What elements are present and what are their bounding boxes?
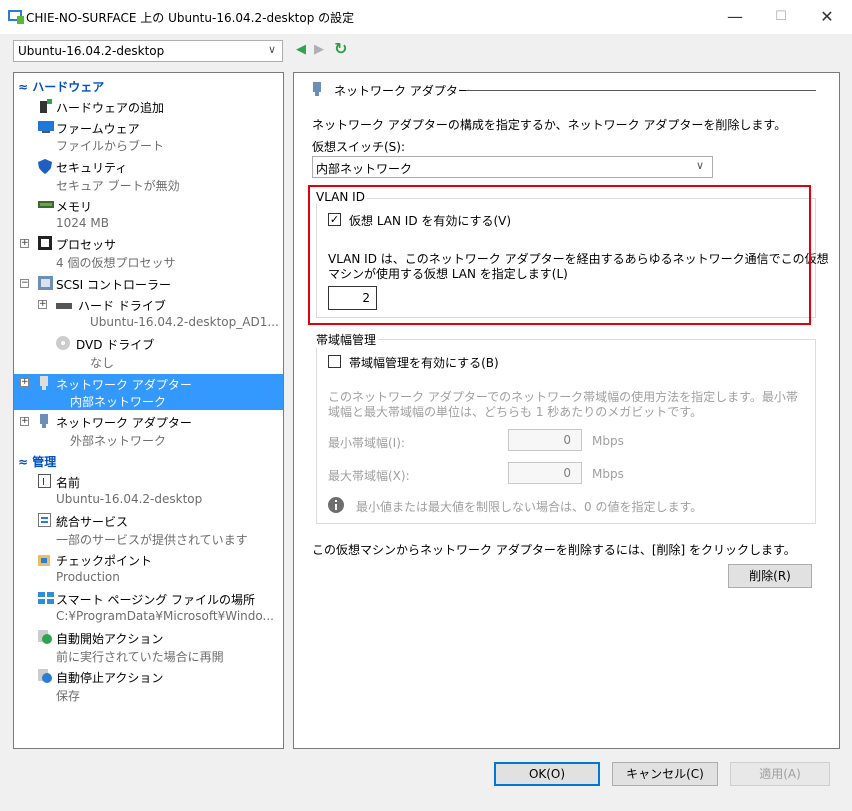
min-bandwidth-input[interactable]: 0 xyxy=(508,429,582,451)
hardware-section-header[interactable]: ≈ ハードウェア xyxy=(18,78,104,95)
tree-item-security[interactable]: セキュリティ xyxy=(38,159,127,176)
tree-item-auto-start[interactable]: 自動開始アクション xyxy=(38,630,163,647)
settings-panel: ネットワーク アダプター ネットワーク アダプターの構成を指定するか、ネットワー… xyxy=(293,72,840,749)
tree-item-auto-stop[interactable]: 自動停止アクション xyxy=(38,669,163,686)
memory-icon xyxy=(38,201,54,208)
smart-paging-detail: C:¥ProgramData¥Microsoft¥Windo... xyxy=(56,609,274,623)
tree-item-dvd[interactable]: DVD ドライブ xyxy=(56,336,154,353)
shield-icon xyxy=(38,159,52,174)
virtual-switch-dropdown[interactable]: 内部ネットワーク ∨ xyxy=(312,156,713,178)
min-bandwidth-label: 最小帯域幅(I): xyxy=(328,436,405,450)
maximize-button[interactable]: ☐ xyxy=(758,0,804,34)
close-button[interactable]: ✕ xyxy=(804,0,850,34)
chevron-down-icon: ∨ xyxy=(267,43,276,56)
settings-tree: ≈ ハードウェア ハードウェアの追加 ファームウェア ファイルからブート セキュ… xyxy=(13,72,284,749)
tree-item-memory[interactable]: メモリ xyxy=(38,198,92,215)
integration-services-detail: 一部のサービスが提供されています xyxy=(56,533,248,547)
bandwidth-enable-label[interactable]: 帯域幅管理を有効にする(B) xyxy=(349,354,499,371)
integration-services-icon xyxy=(38,513,51,527)
scsi-controller-icon xyxy=(38,276,53,290)
checkpoint-detail: Production xyxy=(56,570,120,584)
tree-item-network-adapter-1[interactable]: + ネットワーク アダプター 内部ネットワーク xyxy=(14,374,283,410)
chevron-down-icon: ∨ xyxy=(695,159,704,172)
network-adapter-1-detail: 内部ネットワーク xyxy=(70,395,167,409)
window-title: CHIE-NO-SURFACE 上の Ubuntu-16.04.2-deskto… xyxy=(26,11,355,25)
security-detail: セキュア ブートが無効 xyxy=(56,179,180,193)
firmware-icon xyxy=(38,121,54,133)
max-bandwidth-unit: Mbps xyxy=(592,467,624,481)
hard-drive-icon xyxy=(56,303,72,309)
hyperv-settings-icon xyxy=(8,10,24,24)
hard-drive-detail: Ubuntu-16.04.2-desktop_AD1... xyxy=(90,315,279,329)
forward-arrow-icon[interactable]: ▶ xyxy=(314,42,324,57)
expand-icon[interactable]: + xyxy=(20,378,29,387)
refresh-icon[interactable]: ↻ xyxy=(334,39,347,58)
smart-paging-icon xyxy=(38,592,54,604)
remove-description: この仮想マシンからネットワーク アダプターを削除するには、[削除] をクリックし… xyxy=(312,543,796,557)
auto-start-icon xyxy=(38,630,52,644)
title-bar: CHIE-NO-SURFACE 上の Ubuntu-16.04.2-deskto… xyxy=(0,0,852,34)
ok-button[interactable]: OK(O) xyxy=(494,762,600,786)
info-icon xyxy=(328,497,344,513)
firmware-detail: ファイルからブート xyxy=(56,139,165,153)
tree-item-network-adapter-2[interactable]: + ネットワーク アダプター xyxy=(20,414,192,431)
management-section-header[interactable]: ≈ 管理 xyxy=(18,453,56,470)
network-adapter-icon xyxy=(313,82,321,96)
panel-heading: ネットワーク アダプター xyxy=(334,84,470,98)
highlight-box xyxy=(308,185,811,325)
vm-selector-dropdown[interactable]: Ubuntu-16.04.2-desktop ∨ xyxy=(13,40,283,62)
max-bandwidth-input[interactable]: 0 xyxy=(508,462,582,484)
max-bandwidth-label: 最大帯域幅(X): xyxy=(328,469,410,483)
tree-item-firmware[interactable]: ファームウェア xyxy=(38,120,140,137)
processor-icon xyxy=(38,236,52,250)
auto-stop-detail: 保存 xyxy=(56,689,81,703)
collapse-icon: ≈ xyxy=(18,455,33,469)
virtual-switch-label: 仮想スイッチ(S): xyxy=(312,140,406,154)
bandwidth-enable-checkbox[interactable] xyxy=(328,355,341,368)
dvd-icon xyxy=(56,336,70,350)
tree-item-smart-paging[interactable]: スマート ページング ファイルの場所 xyxy=(38,591,255,608)
expand-icon[interactable]: + xyxy=(20,417,29,426)
tree-item-integration-services[interactable]: 統合サービス xyxy=(38,513,128,530)
auto-stop-icon xyxy=(38,669,52,683)
auto-start-detail: 前に実行されていた場合に再開 xyxy=(56,650,224,664)
tree-item-processor[interactable]: + プロセッサ xyxy=(20,236,116,253)
name-icon: I xyxy=(38,474,51,488)
expand-icon[interactable]: + xyxy=(38,300,47,309)
bandwidth-description-line2: 域幅と最大帯域幅の単位は、どちらも 1 秒あたりのメガビットです。 xyxy=(328,405,703,419)
minimize-button[interactable]: — xyxy=(712,0,758,34)
remove-button[interactable]: 削除(R) xyxy=(728,564,812,588)
back-arrow-icon[interactable]: ◀ xyxy=(296,42,306,57)
svg-text:I: I xyxy=(42,477,45,488)
vm-selector-value: Ubuntu-16.04.2-desktop xyxy=(18,44,165,58)
network-adapter-icon xyxy=(40,376,48,390)
bandwidth-group-title: 帯域幅管理 xyxy=(314,331,379,348)
tree-item-add-hardware[interactable]: ハードウェアの追加 xyxy=(38,99,164,116)
panel-description: ネットワーク アダプターの構成を指定するか、ネットワーク アダプターを削除します… xyxy=(312,118,787,132)
processor-detail: 4 個の仮想プロセッサ xyxy=(56,256,176,270)
network-adapter-icon xyxy=(40,414,48,428)
network-adapter-2-detail: 外部ネットワーク xyxy=(70,434,167,448)
min-bandwidth-unit: Mbps xyxy=(592,434,624,448)
memory-detail: 1024 MB xyxy=(56,216,109,230)
tree-item-hard-drive[interactable]: + ハード ドライブ xyxy=(38,297,166,314)
name-detail: Ubuntu-16.04.2-desktop xyxy=(56,492,203,506)
bandwidth-info-text: 最小値または最大値を制限しない場合は、0 の値を指定します。 xyxy=(356,500,703,514)
cancel-button[interactable]: キャンセル(C) xyxy=(612,762,718,786)
dvd-detail: なし xyxy=(90,356,115,370)
expand-icon[interactable]: + xyxy=(20,239,29,248)
add-hardware-icon xyxy=(40,99,52,113)
tree-item-scsi[interactable]: − SCSI コントローラー xyxy=(20,276,171,293)
collapse-icon: ≈ xyxy=(18,80,33,94)
heading-divider xyxy=(466,90,816,91)
apply-button[interactable]: 適用(A) xyxy=(730,762,830,786)
collapse-icon[interactable]: − xyxy=(20,279,29,288)
tree-item-name[interactable]: I 名前 xyxy=(38,474,80,491)
checkpoint-icon xyxy=(38,555,50,566)
tree-item-checkpoint[interactable]: チェックポイント xyxy=(38,552,152,569)
